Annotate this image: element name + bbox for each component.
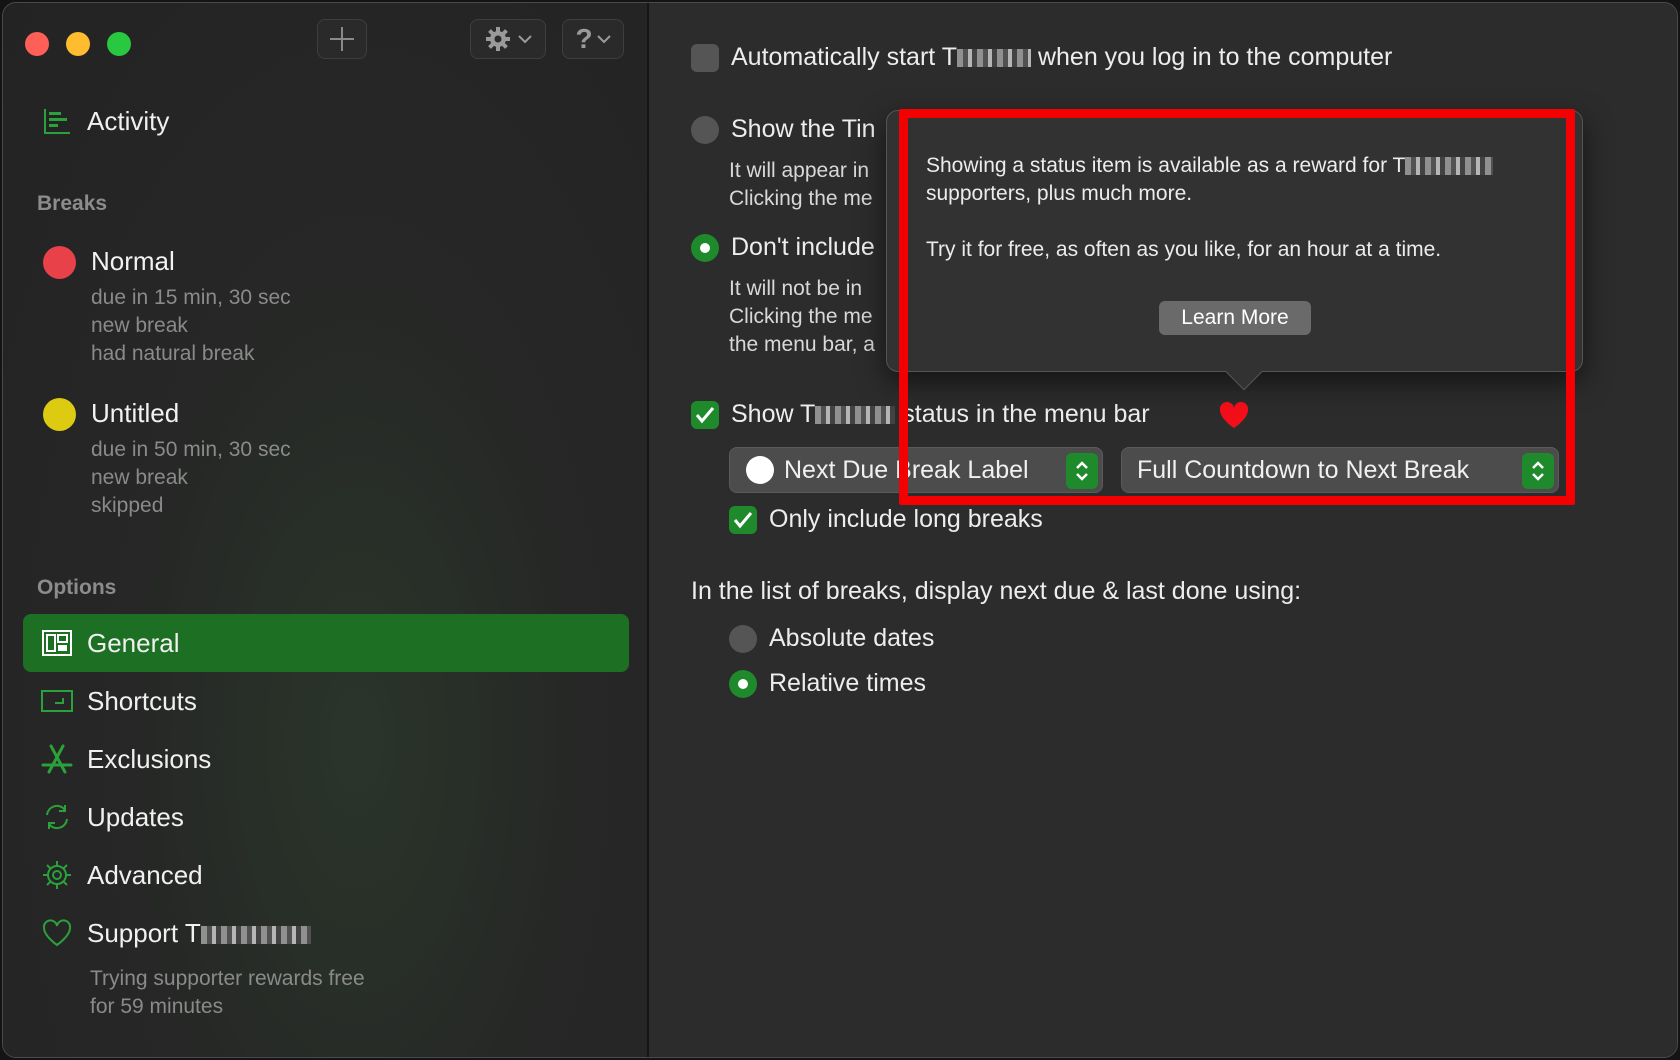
- close-window-button[interactable]: [25, 32, 49, 56]
- auto-start-label: Automatically start T when you log in to…: [731, 43, 1393, 71]
- heart-outline-icon: [41, 917, 73, 949]
- absolute-dates-option[interactable]: Absolute dates: [729, 624, 934, 653]
- sidebar-item-label: General: [87, 627, 180, 658]
- sidebar-item-label: Updates: [87, 801, 184, 832]
- chevron-down-icon: [518, 35, 532, 44]
- dont-include-option[interactable]: Don't include: [691, 233, 875, 262]
- break-due: due in 50 min, 30 sec: [91, 438, 291, 461]
- checkmark-icon: [733, 511, 753, 528]
- app-window: ? Activity Breaks Normal due in 15 min,: [2, 2, 1678, 1058]
- auto-start-checkbox[interactable]: [691, 43, 719, 72]
- sidebar-item-label: Advanced: [87, 859, 203, 890]
- break-due: due in 15 min, 30 sec: [91, 286, 291, 309]
- description-line: Clicking the me: [729, 187, 873, 210]
- relative-times-label: Relative times: [769, 669, 926, 697]
- sidebar-item-shortcuts[interactable]: Shortcuts: [41, 685, 197, 717]
- plus-icon: [330, 27, 354, 51]
- support-subtitle-line: for 59 minutes: [90, 995, 224, 1018]
- description-line: the menu bar, a: [729, 333, 875, 356]
- window-controls: [25, 32, 131, 56]
- checkmark-icon: [695, 406, 715, 423]
- keyboard-icon: [41, 685, 73, 717]
- dont-include-description: It will not be in Clicking the me the me…: [729, 275, 875, 359]
- break-color-dot: [43, 246, 76, 279]
- absolute-dates-radio[interactable]: [729, 624, 757, 653]
- sidebar-item-updates[interactable]: Updates: [41, 801, 184, 833]
- description-line: Clicking the me: [729, 305, 873, 328]
- only-long-breaks-checkbox[interactable]: [729, 505, 757, 534]
- description-line: It will not be in: [729, 277, 863, 300]
- sidebar-item-support[interactable]: Support T: [41, 917, 311, 949]
- dont-include-radio[interactable]: [691, 233, 719, 262]
- popover-text: Try it for free, as often as you like, f…: [926, 238, 1442, 261]
- options-section-title: Options: [37, 576, 117, 599]
- popup-value: Full Countdown to Next Break: [1137, 455, 1470, 484]
- break-name: Untitled: [91, 398, 180, 428]
- list-display-title-text: In the list of breaks, display next due …: [691, 577, 1302, 605]
- break-last: skipped: [91, 494, 164, 517]
- gear-icon: [486, 27, 510, 51]
- show-timer-radio[interactable]: [691, 115, 719, 144]
- refresh-icon: [41, 801, 73, 833]
- show-timer-option[interactable]: Show the Tin: [691, 115, 876, 144]
- learn-more-button[interactable]: Learn More: [1159, 301, 1311, 335]
- break-status: new break: [91, 314, 188, 337]
- supporter-reward-popover: Showing a status item is available as a …: [886, 110, 1583, 391]
- popup-stepper: [1066, 453, 1098, 489]
- break-last: had natural break: [91, 342, 255, 365]
- relative-times-option[interactable]: Relative times: [729, 669, 926, 698]
- sidebar-item-label: Exclusions: [87, 743, 212, 774]
- only-long-breaks-option[interactable]: Only include long breaks: [729, 505, 1043, 534]
- circle-icon: [746, 456, 774, 484]
- list-display-title: In the list of breaks, display next due …: [691, 577, 1301, 606]
- only-long-breaks-label: Only include long breaks: [769, 505, 1043, 533]
- sidebar-item-exclusions[interactable]: Exclusions: [41, 743, 211, 775]
- auto-start-option[interactable]: Automatically start T when you log in to…: [691, 43, 1392, 72]
- minimize-window-button[interactable]: [66, 32, 90, 56]
- relative-times-radio[interactable]: [729, 669, 757, 698]
- popup-stepper: [1522, 453, 1554, 489]
- up-down-arrows-icon: [1532, 461, 1544, 481]
- settings-menu-button[interactable]: [470, 19, 546, 59]
- support-subtitle-line: Trying supporter rewards free: [90, 967, 365, 990]
- status-menu-checkbox[interactable]: [691, 400, 719, 429]
- gear-icon: [41, 859, 73, 891]
- sidebar-item-label: Shortcuts: [87, 685, 197, 716]
- chevron-down-icon: [596, 35, 611, 44]
- help-menu-button[interactable]: ?: [562, 19, 624, 59]
- breaks-section-title: Breaks: [37, 192, 108, 215]
- support-subtitle: Trying supporter rewards free for 59 min…: [90, 965, 365, 1021]
- break-name: Normal: [91, 246, 175, 276]
- question-mark-icon: ?: [575, 23, 593, 54]
- menu-bar-label-popup[interactable]: Next Due Break Label: [729, 447, 1103, 493]
- general-icon: [41, 627, 73, 659]
- activity-chart-icon: [41, 105, 73, 137]
- show-timer-label: Show the Tin: [731, 115, 876, 143]
- zoom-window-button[interactable]: [107, 32, 131, 56]
- up-down-arrows-icon: [1076, 461, 1088, 481]
- dont-include-label: Don't include: [731, 233, 875, 261]
- break-color-dot: [43, 398, 76, 431]
- sidebar: ? Activity Breaks Normal due in 15 min,: [3, 3, 649, 1057]
- description-line: It will appear in: [729, 159, 870, 182]
- sidebar-item-advanced[interactable]: Advanced: [41, 859, 203, 891]
- app-store-icon: [41, 743, 73, 775]
- status-menu-option[interactable]: Show T status in the menu bar: [691, 400, 1150, 429]
- show-timer-description: It will appear in Clicking the me: [729, 157, 873, 213]
- add-break-button[interactable]: [317, 19, 367, 59]
- heart-icon[interactable]: [1219, 401, 1249, 429]
- break-status: new break: [91, 466, 188, 489]
- countdown-format-popup[interactable]: Full Countdown to Next Break: [1121, 447, 1559, 493]
- sidebar-item-general[interactable]: General: [41, 627, 180, 659]
- sidebar-item-label: Activity: [87, 105, 170, 136]
- popover-text: supporters, plus much more.: [926, 182, 1193, 205]
- popup-value: Next Due Break Label: [784, 455, 1029, 484]
- popover-text: Showing a status item is available as a …: [926, 152, 1494, 180]
- absolute-dates-label: Absolute dates: [769, 624, 935, 652]
- status-menu-label: Show T status in the menu bar: [731, 400, 1150, 428]
- sidebar-item-label: Support T: [87, 918, 311, 949]
- sidebar-item-activity[interactable]: Activity: [41, 105, 169, 137]
